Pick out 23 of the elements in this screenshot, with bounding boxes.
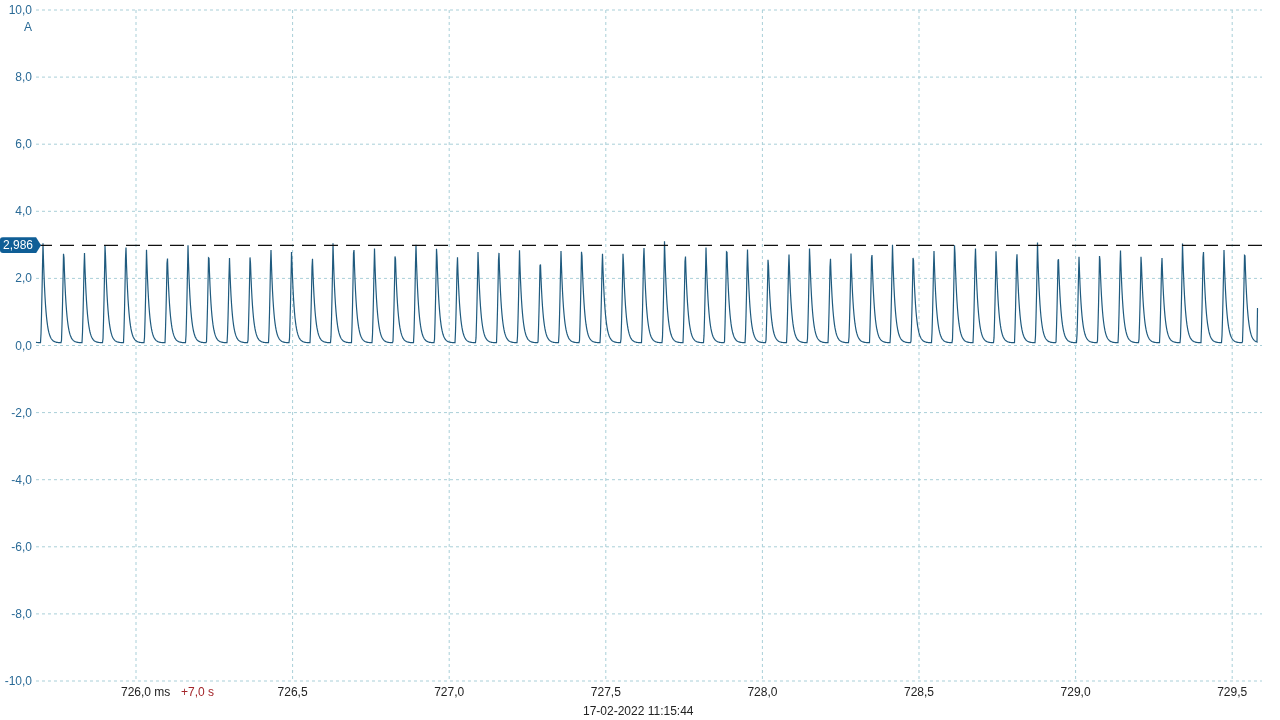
x-axis-label: 726,5	[277, 684, 308, 700]
y-axis-label: -6,0	[11, 538, 32, 555]
x-axis-label: 727,0	[434, 684, 465, 700]
x-axis-label: 726,0 ms	[121, 684, 171, 700]
y-axis-label: 6,0	[15, 136, 32, 153]
time-offset-label: +7,0 s	[181, 684, 215, 700]
y-axis-label: 4,0	[15, 203, 32, 220]
y-axis-label: -8,0	[11, 605, 32, 622]
ruler-value-tag[interactable]: 2,986	[0, 237, 42, 254]
x-axis-label: 729,5	[1217, 684, 1248, 700]
x-axis-label: 728,0	[747, 684, 778, 700]
y-axis-label: -4,0	[11, 471, 32, 488]
x-axis-label: 729,0	[1060, 684, 1091, 700]
y-axis-label: -2,0	[11, 404, 32, 421]
y-axis-label: 8,0	[15, 69, 32, 86]
x-axis-label: 727,5	[590, 684, 621, 700]
timestamp-label: 17-02-2022 11:15:44	[583, 703, 694, 719]
y-axis-label: 10,0	[8, 2, 32, 18]
unit-label: A	[24, 19, 32, 35]
y-axis-label: 2,0	[15, 270, 32, 287]
y-axis-label: -10,0	[4, 673, 32, 689]
y-axis-label: 0,0	[15, 337, 32, 354]
x-axis-label: 728,5	[904, 684, 935, 700]
